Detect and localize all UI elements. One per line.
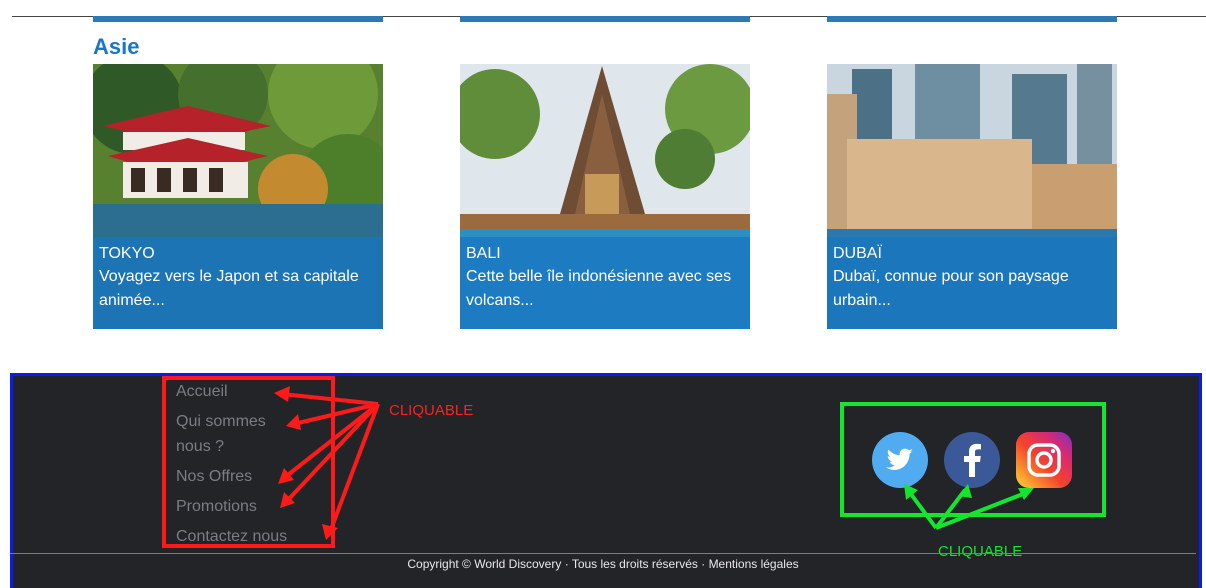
card-city: TOKYO bbox=[99, 245, 155, 262]
section-title: Asie bbox=[93, 34, 140, 59]
card-caption: BALI Cette belle île indonésienne avec s… bbox=[460, 237, 750, 329]
card-description: Cette belle île indonésienne avec ses vo… bbox=[466, 268, 732, 309]
facebook-icon[interactable] bbox=[944, 432, 1000, 488]
copyright-text: Copyright © World Discovery bbox=[407, 557, 562, 571]
destination-card-dubai[interactable]: DUBAÏ Dubaï, connue pour son paysage urb… bbox=[827, 64, 1117, 329]
previous-card-strip bbox=[460, 16, 750, 22]
card-description: Dubaï, connue pour son paysage urbain... bbox=[833, 268, 1069, 309]
rights-text: Tous les droits réservés bbox=[571, 557, 698, 571]
instagram-icon[interactable] bbox=[1016, 432, 1072, 488]
card-city: DUBAÏ bbox=[833, 245, 882, 262]
twitter-icon[interactable] bbox=[872, 432, 928, 488]
card-caption: TOKYO Voyagez vers le Japon et sa capita… bbox=[93, 237, 383, 329]
footer-divider bbox=[10, 553, 1196, 554]
destination-card-bali[interactable]: BALI Cette belle île indonésienne avec s… bbox=[460, 64, 750, 329]
previous-card-strip bbox=[93, 16, 383, 22]
card-city: BALI bbox=[466, 245, 501, 262]
annotation-label-nav: CLIQUABLE bbox=[389, 402, 474, 419]
copyright-bar: Copyright © World Discovery · Tous les d… bbox=[0, 557, 1206, 571]
legal-link[interactable]: Mentions légales bbox=[709, 557, 799, 571]
previous-card-strip bbox=[827, 16, 1117, 22]
separator: · bbox=[564, 557, 569, 571]
separator: · bbox=[701, 557, 706, 571]
annotation-box-nav bbox=[162, 376, 335, 548]
card-description: Voyagez vers le Japon et sa capitale ani… bbox=[99, 268, 359, 309]
card-caption: DUBAÏ Dubaï, connue pour son paysage urb… bbox=[827, 237, 1117, 329]
destination-card-tokyo[interactable]: TOKYO Voyagez vers le Japon et sa capita… bbox=[93, 64, 383, 329]
